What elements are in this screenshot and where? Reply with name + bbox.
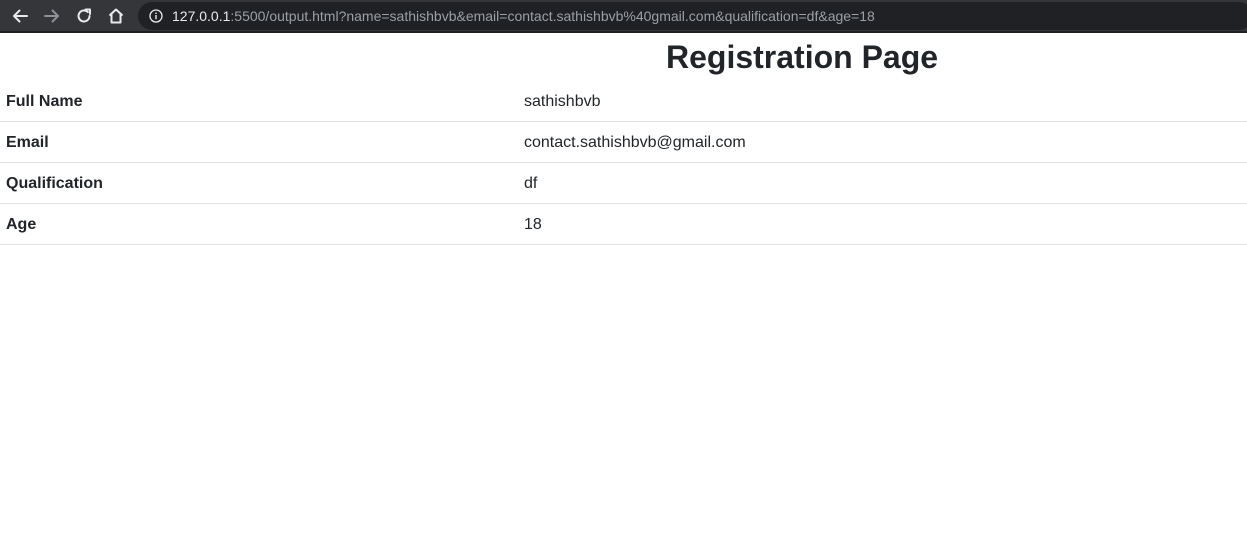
reload-icon [77, 8, 91, 23]
url-path: :5500/output.html?name=sathishbvb&email=… [230, 8, 875, 24]
arrow-right-icon [44, 9, 59, 23]
address-bar[interactable]: 127.0.0.1:5500/output.html?name=sathishb… [138, 2, 1247, 30]
age-value: 18 [524, 216, 542, 233]
back-button[interactable] [9, 5, 31, 27]
full-name-value: sathishbvb [524, 93, 601, 110]
page-title: Registration Page [666, 39, 939, 75]
table-row: Email contact.sathishbvb@gmail.com [0, 122, 1247, 163]
arrow-left-icon [13, 9, 28, 23]
url-text[interactable]: 127.0.0.1:5500/output.html?name=sathishb… [172, 8, 875, 24]
table-row: Qualification df [0, 163, 1247, 204]
table-row: Age 18 [0, 204, 1247, 245]
forward-button[interactable] [41, 5, 63, 27]
table-row: Full Name sathishbvb [0, 81, 1247, 122]
age-label: Age [6, 216, 37, 233]
home-icon [108, 8, 124, 24]
qualification-value: df [524, 175, 538, 192]
info-icon[interactable] [149, 9, 163, 23]
reload-button[interactable] [73, 5, 95, 27]
home-button[interactable] [105, 5, 127, 27]
registration-details-table: Full Name sathishbvb Email contact.sathi… [0, 81, 1247, 245]
browser-toolbar: 127.0.0.1:5500/output.html?name=sathishb… [0, 0, 1247, 33]
email-label: Email [6, 134, 49, 151]
qualification-label: Qualification [6, 175, 103, 192]
url-host: 127.0.0.1 [172, 8, 231, 24]
full-name-label: Full Name [6, 93, 83, 110]
email-value: contact.sathishbvb@gmail.com [524, 134, 746, 151]
